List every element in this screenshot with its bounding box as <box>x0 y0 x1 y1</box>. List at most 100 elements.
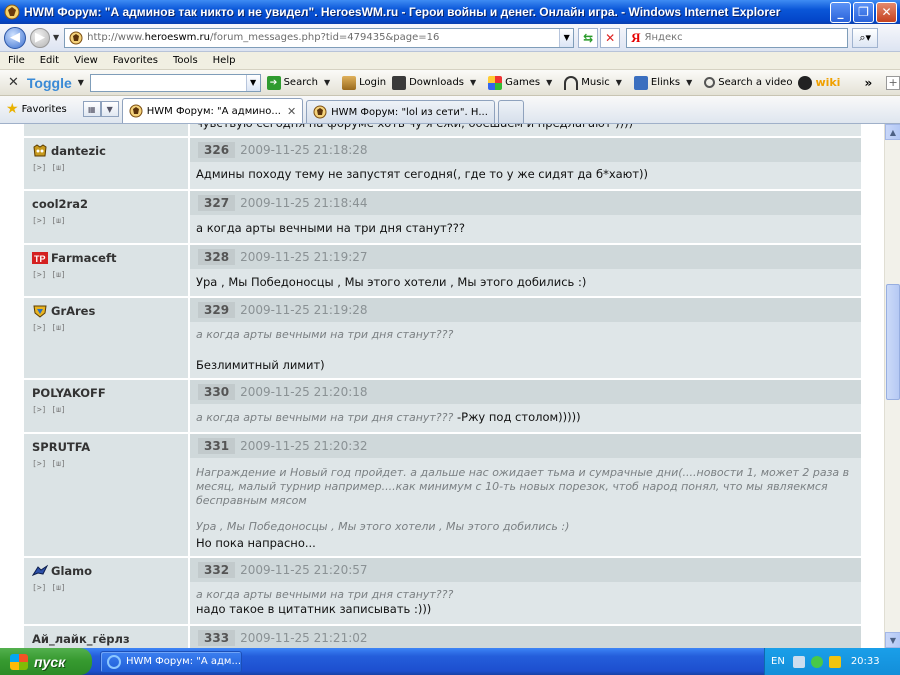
search-input[interactable] <box>644 32 848 43</box>
taskbar-ie-window[interactable]: HWM Форум: "А адм... <box>100 650 242 673</box>
toolbar-add-button[interactable]: + <box>886 75 900 90</box>
post-body: 331 2009-11-25 21:20:32 Награждение и Нов… <box>190 434 861 556</box>
address-toolbar: ◀ ▶ ▼ http://www.heroeswm.ru/forum_messa… <box>0 24 900 52</box>
author-links[interactable]: [>] [ш] <box>32 459 180 468</box>
author-links[interactable]: [>] [ш] <box>32 405 180 414</box>
post-date: 2009-11-25 21:20:57 <box>240 563 368 577</box>
post-number[interactable]: 331 <box>198 438 236 454</box>
downloads-dropdown[interactable]: ▼ <box>470 78 476 87</box>
menu-file[interactable]: File <box>8 55 25 66</box>
post-number[interactable]: 328 <box>198 249 236 265</box>
forum-post: Ай_лайк_гёрлз 333 2009-11-25 21:21:02 <box>24 626 861 648</box>
author-name[interactable]: Glamo <box>32 564 180 578</box>
author-links[interactable]: [>] [ш] <box>32 270 180 279</box>
games-dropdown[interactable]: ▼ <box>546 78 552 87</box>
post-number[interactable]: 327 <box>198 195 236 211</box>
tab-hwm-lol[interactable]: HWM Форум: "lol из сети". Н... <box>306 100 495 123</box>
stop-icon: ✕ <box>605 30 616 45</box>
post-header: 329 2009-11-25 21:19:28 <box>190 298 861 322</box>
post-number[interactable]: 333 <box>198 630 236 646</box>
toolbar-elinks-button[interactable]: Elinks <box>633 75 680 90</box>
elinks-dropdown[interactable]: ▼ <box>686 78 692 87</box>
close-toolbar-icon[interactable]: ✕ <box>8 75 19 90</box>
menu-view[interactable]: View <box>74 55 98 66</box>
toolbar-search-video-button[interactable]: Search a video <box>704 77 792 88</box>
minimize-button[interactable]: _ <box>830 1 851 23</box>
tab-hwm-admins[interactable]: HWM Форум: "А админо... ✕ <box>121 98 304 123</box>
toolbar-login-button[interactable]: Login <box>342 75 386 90</box>
refresh-button[interactable]: ⇆ <box>578 27 599 48</box>
menu-help[interactable]: Help <box>213 55 236 66</box>
music-dropdown[interactable]: ▼ <box>616 78 622 87</box>
post-body: 328 2009-11-25 21:19:27 Ура , Мы Победоно… <box>190 245 861 296</box>
clan-dragon-icon <box>32 564 48 576</box>
menu-edit[interactable]: Edit <box>40 55 59 66</box>
scroll-up-button[interactable]: ▲ <box>885 124 900 140</box>
author-name[interactable]: GrAres <box>32 304 180 318</box>
tabs-bar: ★ Favorites ▦ ▼ HWM Форум: "А админо... … <box>0 96 900 124</box>
toolbar-search-button[interactable]: ➔ Search <box>266 75 318 90</box>
toolbar-music-button[interactable]: Music <box>564 75 610 90</box>
toolbar-games-button[interactable]: Games <box>488 75 540 90</box>
tab-close-icon[interactable]: ✕ <box>287 105 296 118</box>
address-url[interactable]: http://www.heroeswm.ru/forum_messages.ph… <box>87 32 559 43</box>
ie-app-icon <box>4 4 20 20</box>
quick-tabs-button[interactable]: ▦ <box>82 101 101 117</box>
author-name[interactable]: Ай_лайк_гёрлз <box>32 632 180 646</box>
start-button[interactable]: пуск <box>0 648 92 675</box>
site-favicon <box>69 31 83 44</box>
search-dropdown[interactable]: ▼ <box>324 78 330 87</box>
scroll-down-button[interactable]: ▼ <box>885 632 900 648</box>
site-favicon <box>313 105 327 119</box>
post-number[interactable]: 326 <box>198 142 236 158</box>
author-name[interactable]: cool2ra2 <box>32 197 180 211</box>
author-name[interactable]: dantezic <box>32 144 180 158</box>
keyboard-icon[interactable] <box>792 655 805 668</box>
svg-text:TP: TP <box>34 254 46 264</box>
toolbar-overflow-button[interactable]: » <box>864 76 872 90</box>
author-links[interactable]: [>] [ш] <box>32 583 180 592</box>
scroll-thumb[interactable] <box>886 284 900 400</box>
toolbar-wiki-button[interactable]: wiki <box>798 75 840 90</box>
security-icon[interactable] <box>828 655 841 668</box>
post-quote: а когда арты вечными на три дня станут??… <box>196 588 454 601</box>
tab-list-dropdown[interactable]: ▼ <box>100 101 119 117</box>
post-body: 330 2009-11-25 21:20:18 а когда арты вечн… <box>190 380 861 432</box>
post-number[interactable]: 329 <box>198 302 236 318</box>
history-dropdown[interactable]: ▼ <box>53 33 59 42</box>
author-links[interactable]: [>] [ш] <box>32 216 180 225</box>
network-icon[interactable] <box>810 655 823 668</box>
close-button[interactable]: ✕ <box>876 1 897 23</box>
address-dropdown[interactable]: ▼ <box>559 28 574 47</box>
toolbar-search-input[interactable]: ▼ <box>89 73 261 92</box>
stop-button[interactable]: ✕ <box>600 27 621 48</box>
toolbar-downloads-button[interactable]: Downloads <box>392 75 464 90</box>
search-box[interactable]: Я <box>626 27 849 48</box>
menu-tools[interactable]: Tools <box>173 55 198 66</box>
post-number[interactable]: 330 <box>198 384 236 400</box>
forum-post-partial: чувствую сегодня на форуме хоть чу я ежи… <box>24 124 861 138</box>
taskbar: пуск HWM Форум: "А адм... EN 20:33 <box>0 648 900 675</box>
author-name[interactable]: TP Farmaceft <box>32 251 180 265</box>
vertical-scrollbar[interactable]: ▲ ▼ <box>884 124 900 648</box>
address-bar[interactable]: http://www.heroeswm.ru/forum_messages.ph… <box>64 27 575 48</box>
author-links[interactable]: [>] [ш] <box>32 323 180 332</box>
toggle-dropdown[interactable]: ▼ <box>78 78 84 87</box>
toggle-logo[interactable]: Toggle <box>27 75 72 91</box>
forward-button[interactable]: ▶ <box>30 27 50 48</box>
post-number[interactable]: 332 <box>198 562 236 578</box>
chevron-up-icon: ▲ <box>889 127 897 137</box>
back-button[interactable]: ◀ <box>4 26 26 49</box>
favorites-button[interactable]: ★ Favorites <box>0 95 67 123</box>
post-header: 330 2009-11-25 21:20:18 <box>190 380 861 404</box>
new-tab-button[interactable] <box>497 100 524 123</box>
post-text: Админы походу тему не запустят сегодня(,… <box>196 167 649 181</box>
language-indicator[interactable]: EN <box>771 656 785 667</box>
author-name[interactable]: SPRUTFA <box>32 440 180 454</box>
menu-favorites[interactable]: Favorites <box>113 55 158 66</box>
search-button[interactable]: ⌕▾ <box>852 27 879 48</box>
chevron-down-icon[interactable]: ▼ <box>245 74 260 91</box>
maximize-button[interactable]: ❐ <box>853 1 874 23</box>
author-links[interactable]: [>] [ш] <box>32 163 180 172</box>
author-name[interactable]: POLYAKOFF <box>32 386 180 400</box>
